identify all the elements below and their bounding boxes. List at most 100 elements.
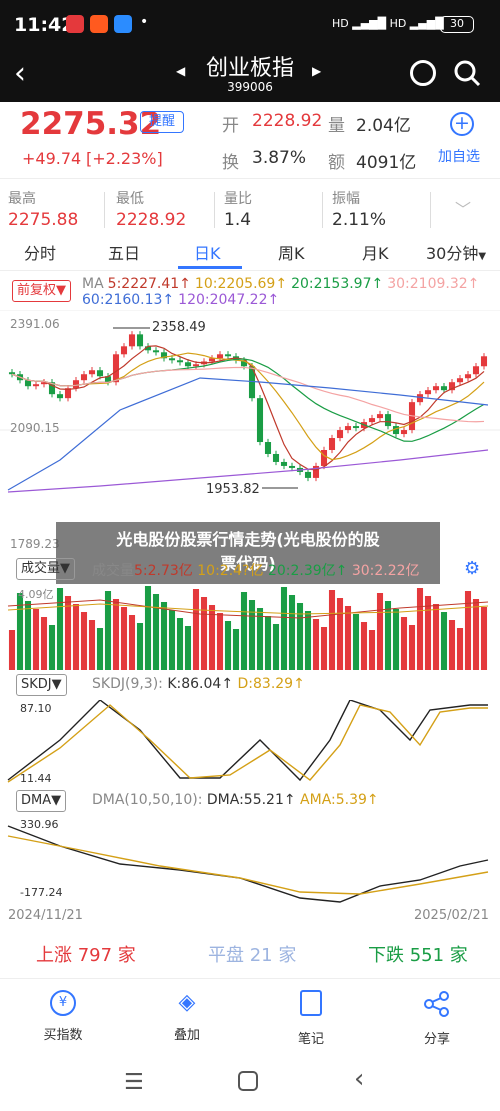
amplitude-value: 2.11% [332, 210, 387, 230]
candle-body [456, 378, 464, 383]
advancers-count: 上涨 797 家 [36, 945, 136, 966]
volume-bar [272, 624, 280, 670]
kline-chart[interactable] [0, 310, 500, 550]
skdj-axis-top: 87.10 [20, 702, 52, 715]
candle-body [224, 354, 232, 357]
volume-bar [160, 602, 168, 670]
share-icon [424, 991, 449, 1017]
volume-bar [264, 616, 272, 670]
high-label: 最高 [8, 191, 36, 207]
dma-selector[interactable]: DMA▼ [16, 790, 67, 812]
volume-bar [280, 587, 288, 670]
tab-weekly-k[interactable]: 周K [278, 240, 305, 264]
candle-body [424, 390, 432, 395]
dma-chart[interactable] [0, 814, 500, 904]
volume-bar [312, 619, 320, 670]
volume-bar [80, 612, 88, 670]
price-axis-top: 2391.06 [10, 317, 60, 331]
volume-bar [104, 591, 112, 670]
volume-bar [48, 625, 56, 670]
tab-30min[interactable]: 30分钟▼ [426, 240, 486, 264]
candle-body [376, 414, 384, 419]
volume-bar [224, 621, 232, 670]
add-watch-button[interactable]: 加自选 [438, 146, 480, 166]
dma-axis-top: 330.96 [20, 818, 59, 831]
volume-bar [152, 594, 160, 670]
volume-bar [328, 590, 336, 670]
volume-bar [288, 595, 296, 670]
tab-daily-k[interactable]: 日K [194, 240, 221, 264]
ama-value: AMA:5.39↑ [300, 792, 379, 808]
candle-body [88, 370, 96, 375]
volume-ratio-label: 量比 [224, 191, 252, 207]
gear-icon[interactable]: ⚙ [464, 558, 480, 579]
candle-body [344, 426, 352, 431]
candle-body [56, 394, 64, 399]
notes-button[interactable]: 笔记 [276, 990, 346, 1047]
candle-body [304, 471, 312, 478]
candle-body [336, 430, 344, 439]
volume-bar [392, 609, 400, 670]
amount-value: 4091亿 [356, 153, 417, 173]
menu-icon[interactable]: ☰ [124, 1070, 144, 1095]
search-icon[interactable] [452, 58, 482, 88]
volume-bar [176, 618, 184, 670]
skdj-axis-bottom: 11.44 [20, 772, 52, 785]
candle-body [128, 334, 136, 347]
tab-five-day[interactable]: 五日 [108, 240, 140, 264]
candle-body [464, 374, 472, 379]
note-icon [300, 990, 322, 1016]
skdj-chart[interactable] [0, 700, 500, 786]
overlay-line-1: 光电股份股票行情走势(光电股份的股 [116, 530, 380, 549]
share-button[interactable]: 分享 [402, 990, 472, 1047]
back-nav-icon[interactable]: ‹ [354, 1064, 364, 1094]
adjust-selector[interactable]: 前复权▼ [12, 280, 72, 302]
dma-line [7, 825, 489, 903]
tab-30min-label: 30分钟 [426, 244, 479, 263]
divider [430, 192, 431, 228]
candle-body [112, 354, 120, 383]
date-start: 2024/11/21 [8, 908, 83, 923]
chevron-down-icon[interactable]: ﹀ [455, 196, 471, 220]
tab-intraday[interactable]: 分时 [24, 240, 56, 264]
unchanged-count: 平盘 21 家 [208, 945, 297, 966]
divider [104, 192, 105, 228]
buy-index-label: 买指数 [43, 1028, 83, 1043]
volume-bar [344, 606, 352, 670]
candle-body [320, 449, 328, 466]
caret-down-icon: ▼ [56, 283, 67, 298]
volume-bar [416, 588, 424, 670]
volume-bar [120, 607, 128, 670]
volume-chart[interactable] [0, 584, 500, 670]
candle-body [280, 461, 288, 466]
app-icon-b [90, 15, 108, 33]
adjust-selector-label: 前复权 [17, 283, 57, 298]
tab-monthly-k[interactable]: 月K [362, 240, 389, 264]
decliners-count: 下跌 551 家 [368, 945, 468, 966]
vol-ma30: 30:2.22亿 [351, 563, 420, 579]
next-stock-icon[interactable]: ▶ [312, 64, 321, 78]
volume-bar [144, 586, 152, 670]
dma-params: DMA(10,50,10): [92, 792, 203, 808]
price-change-pct: [+2.23%] [86, 149, 163, 168]
home-icon[interactable] [238, 1071, 258, 1091]
volume-bar [480, 607, 488, 670]
candle-body [472, 366, 480, 375]
headset-icon[interactable] [410, 60, 436, 86]
caret-down-icon: ▼ [51, 677, 62, 692]
ma-legend-row2: 60:2160.13↑ 120:2047.22↑ [82, 292, 283, 308]
divider [0, 978, 500, 979]
buy-index-button[interactable]: ¥ 买指数 [28, 990, 98, 1043]
volume-axis-top: 4.09亿 [18, 588, 54, 601]
add-watch-icon[interactable]: + [450, 112, 474, 136]
alert-button[interactable]: 提醒 [140, 111, 184, 133]
candle-body [136, 334, 144, 347]
volume-selector[interactable]: 成交量▼ [16, 558, 76, 580]
ma-label: MA [82, 276, 104, 292]
overlay-button[interactable]: ◈ 叠加 [152, 990, 222, 1043]
open-label: 开 [222, 116, 239, 136]
skdj-selector[interactable]: SKDJ▼ [16, 674, 67, 696]
candle-body [384, 414, 392, 427]
turnover-value: 3.87% [252, 148, 307, 168]
candle-body [432, 386, 440, 391]
